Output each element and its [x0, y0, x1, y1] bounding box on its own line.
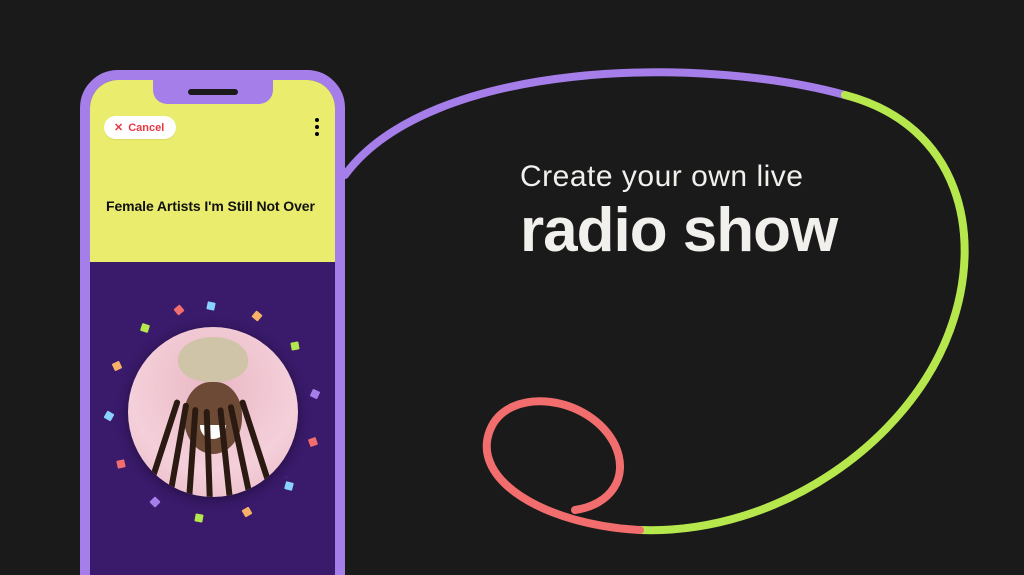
artwork-area — [90, 262, 335, 575]
cancel-button[interactable]: ✕ Cancel — [104, 116, 176, 139]
avatar-confetti-ring — [103, 302, 323, 522]
phone-notch — [153, 80, 273, 104]
headline-line1: Create your own live — [520, 160, 837, 194]
close-icon: ✕ — [114, 121, 123, 134]
show-title: Female Artists I'm Still Not Over — [106, 198, 325, 214]
screen-header: ✕ Cancel Female Artists I'm Still Not Ov… — [90, 80, 335, 262]
headline-line2: radio show — [520, 200, 837, 262]
cancel-label: Cancel — [128, 122, 164, 134]
phone-mockup: ✕ Cancel Female Artists I'm Still Not Ov… — [80, 70, 345, 575]
host-avatar — [128, 327, 298, 497]
headline: Create your own live radio show — [520, 160, 837, 262]
more-options-icon[interactable] — [315, 118, 319, 136]
